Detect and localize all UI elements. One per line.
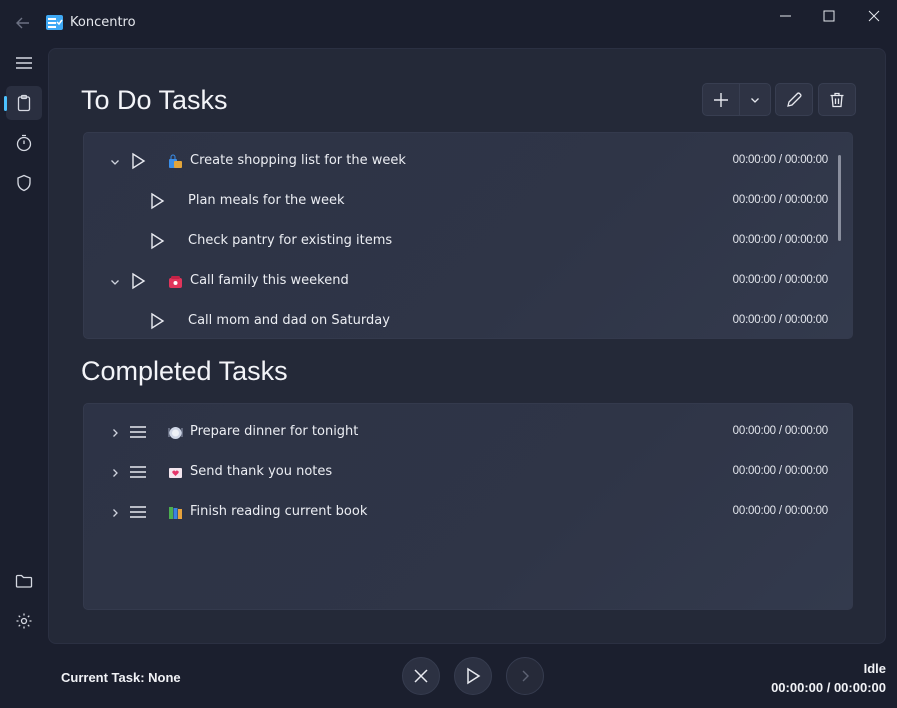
maximize-icon [823,10,835,22]
drag-handle-icon[interactable] [128,462,148,482]
folder-icon [15,574,33,588]
chevron-right-icon[interactable] [108,505,122,519]
task-time: 00:00:00 / 00:00:00 [732,154,829,166]
add-task-button[interactable] [702,83,740,116]
title-bar: Koncentro [0,0,897,44]
skip-next-button[interactable] [506,657,544,695]
chevron-right-icon[interactable] [108,425,122,439]
task-name: Create shopping list for the week [190,153,406,168]
main-panel: To Do Tasks Create shopping list for the… [48,48,886,644]
drag-handle-icon[interactable] [128,422,148,442]
delete-task-button[interactable] [818,83,856,116]
sidebar-item-settings[interactable] [6,604,42,638]
chevron-right-icon [522,670,529,682]
sidebar-item-tasks[interactable] [4,86,42,120]
books-icon [168,505,183,520]
stop-button[interactable] [402,657,440,695]
sidebar [0,44,48,708]
sidebar-item-blocker[interactable] [6,166,42,200]
completed-task-list[interactable]: Prepare dinner for tonight 00:00:00 / 00… [83,403,853,610]
maximize-button[interactable] [806,2,852,30]
task-row[interactable]: Call family this weekend 00:00:00 / 00:0… [84,261,834,301]
play-icon[interactable] [127,270,149,292]
play-icon[interactable] [146,230,168,252]
stopwatch-icon [16,134,32,152]
todo-section-title: To Do Tasks [81,85,228,115]
close-icon [868,10,880,22]
plus-icon [714,92,728,107]
task-row[interactable]: Create shopping list for the week 00:00:… [84,141,834,181]
play-button[interactable] [454,657,492,695]
timer-elapsed: 00:00:00 / 00:00:00 [771,680,886,695]
task-name: Call mom and dad on Saturday [188,313,390,328]
task-row[interactable]: Prepare dinner for tonight 00:00:00 / 00… [84,412,834,452]
current-task-label: Current Task: None [61,670,181,685]
task-row[interactable]: Check pantry for existing items 00:00:00… [84,221,834,261]
task-name: Plan meals for the week [188,193,345,208]
chevron-right-icon[interactable] [108,465,122,479]
minimize-button[interactable] [763,2,809,30]
completed-section-title: Completed Tasks [81,356,288,386]
task-name: Prepare dinner for tonight [190,424,359,439]
settings-icon [16,613,32,629]
todo-task-list[interactable]: Create shopping list for the week 00:00:… [83,132,853,339]
play-icon[interactable] [127,150,149,172]
pencil-icon [787,91,802,107]
minimize-icon [780,15,791,17]
sidebar-item-timer[interactable] [6,126,42,160]
task-time: 00:00:00 / 00:00:00 [732,425,829,437]
love-letter-icon [168,465,183,480]
trash-icon [830,92,844,107]
play-icon[interactable] [146,190,168,212]
chevron-down-icon[interactable] [108,154,122,168]
clipboard-icon [17,94,31,112]
task-name: Call family this weekend [190,273,349,288]
app-window: Koncentro To Do Tasks Create shopping li… [0,0,897,708]
close-icon [414,669,428,683]
plate-icon [168,425,183,440]
play-icon[interactable] [146,310,168,332]
menu-icon [16,57,32,69]
app-logo-icon [45,13,64,32]
timer-status: Idle [863,661,886,676]
edit-task-button[interactable] [775,83,813,116]
drag-handle-icon[interactable] [128,502,148,522]
play-icon [467,667,481,685]
chevron-down-icon [751,97,759,103]
add-task-dropdown-button[interactable] [739,83,771,116]
task-row[interactable]: Call mom and dad on Saturday 00:00:00 / … [84,301,834,338]
chevron-down-icon[interactable] [108,274,122,288]
task-time: 00:00:00 / 00:00:00 [732,314,829,326]
task-row[interactable]: Send thank you notes 00:00:00 / 00:00:00 [84,452,834,492]
close-button[interactable] [851,2,897,30]
task-time: 00:00:00 / 00:00:00 [732,194,829,206]
task-name: Finish reading current book [190,504,368,519]
sidebar-item-workspaces[interactable] [6,564,42,598]
task-time: 00:00:00 / 00:00:00 [732,465,829,477]
shopping-bags-icon [168,154,183,169]
task-row[interactable]: Finish reading current book 00:00:00 / 0… [84,492,834,532]
scrollbar[interactable] [838,155,841,241]
shield-icon [17,174,31,192]
task-time: 00:00:00 / 00:00:00 [732,505,829,517]
back-button[interactable] [10,10,36,36]
sidebar-menu-button[interactable] [6,46,42,80]
task-time: 00:00:00 / 00:00:00 [732,234,829,246]
arrow-left-icon [16,17,29,29]
task-name: Check pantry for existing items [188,233,393,248]
task-row[interactable]: Plan meals for the week 00:00:00 / 00:00… [84,181,834,221]
task-name: Send thank you notes [190,464,333,479]
task-time: 00:00:00 / 00:00:00 [732,274,829,286]
telephone-icon [168,274,183,289]
app-title: Koncentro [70,15,136,30]
